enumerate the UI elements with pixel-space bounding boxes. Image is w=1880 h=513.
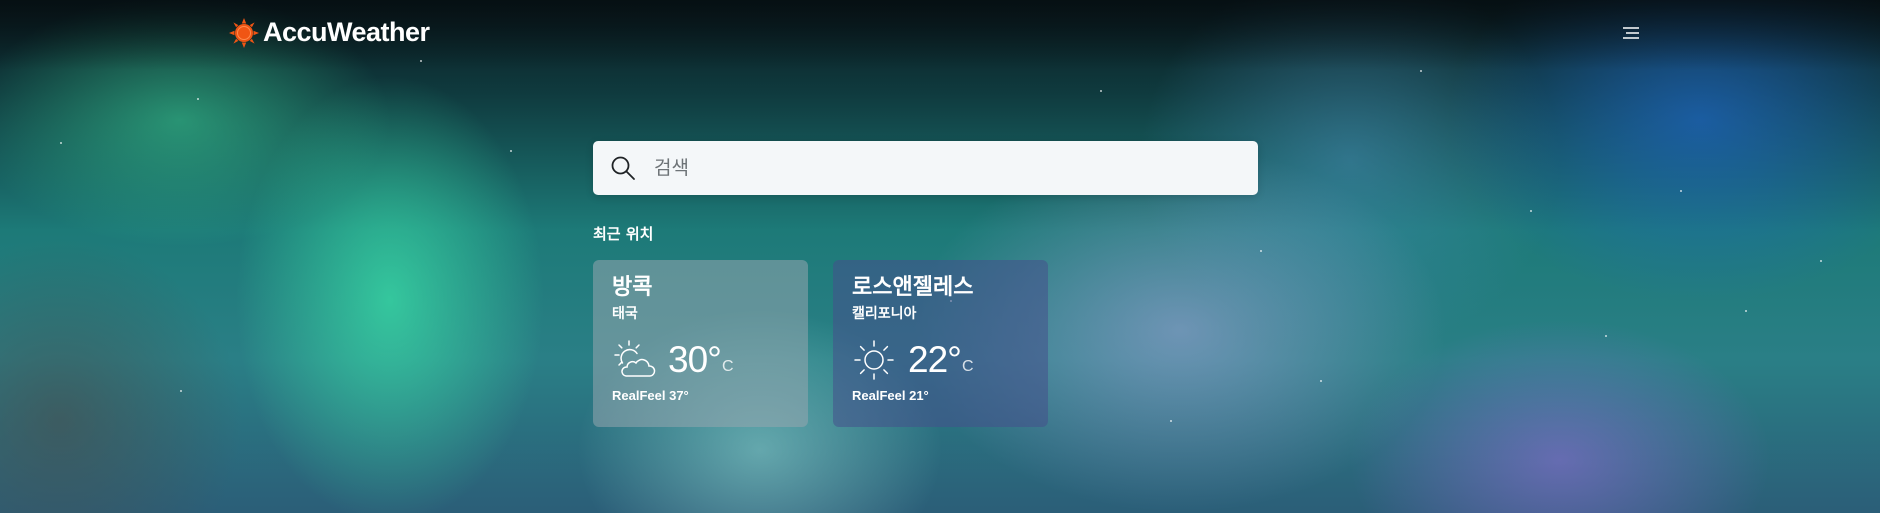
- page: AccuWeather 최근 위치 방콕 태국: [0, 0, 1880, 513]
- star: [1820, 260, 1822, 262]
- search-box[interactable]: [593, 141, 1258, 195]
- sun-logo-icon: [229, 17, 259, 48]
- star: [1420, 70, 1422, 72]
- realfeel: RealFeel 21°: [852, 388, 929, 403]
- accuweather-logo[interactable]: AccuWeather: [229, 17, 430, 48]
- location-region: 캘리포니아: [852, 306, 917, 322]
- star: [1170, 420, 1172, 422]
- star: [180, 390, 182, 392]
- temperature-row: 30° C: [612, 338, 734, 382]
- star: [1320, 380, 1322, 382]
- menu-icon: [1623, 27, 1639, 39]
- location-city: 로스앤젤레스: [852, 275, 974, 300]
- location-region: 태국: [612, 306, 638, 322]
- brand-name: AccuWeather: [263, 17, 430, 47]
- temperature: 22°: [908, 339, 962, 380]
- recent-location-card-bangkok[interactable]: 방콕 태국 30° C RealFeel 37°: [593, 260, 808, 427]
- temperature: 30°: [668, 339, 722, 380]
- star: [1605, 335, 1607, 337]
- search-icon[interactable]: [610, 155, 636, 181]
- sunny-icon: [854, 340, 894, 380]
- site-header: AccuWeather: [0, 0, 1880, 64]
- star: [60, 142, 62, 144]
- star: [1260, 250, 1262, 252]
- star: [1100, 90, 1102, 92]
- recent-locations-title: 최근 위치: [593, 225, 654, 243]
- star: [1680, 190, 1682, 192]
- temperature-unit: C: [721, 358, 734, 375]
- star: [1530, 210, 1532, 212]
- temperature-unit: C: [961, 358, 974, 375]
- menu-button[interactable]: [1620, 22, 1642, 44]
- recent-location-card-los-angeles[interactable]: 로스앤젤레스 캘리포니아 22° C RealFeel 21°: [833, 260, 1048, 427]
- realfeel: RealFeel 37°: [612, 388, 689, 403]
- temperature-row: 22° C: [852, 338, 974, 382]
- search-input[interactable]: [652, 147, 1258, 189]
- star: [1745, 310, 1747, 312]
- star: [510, 150, 512, 152]
- location-city: 방콕: [612, 275, 653, 300]
- star: [197, 98, 199, 100]
- partly-sunny-icon: [614, 340, 656, 377]
